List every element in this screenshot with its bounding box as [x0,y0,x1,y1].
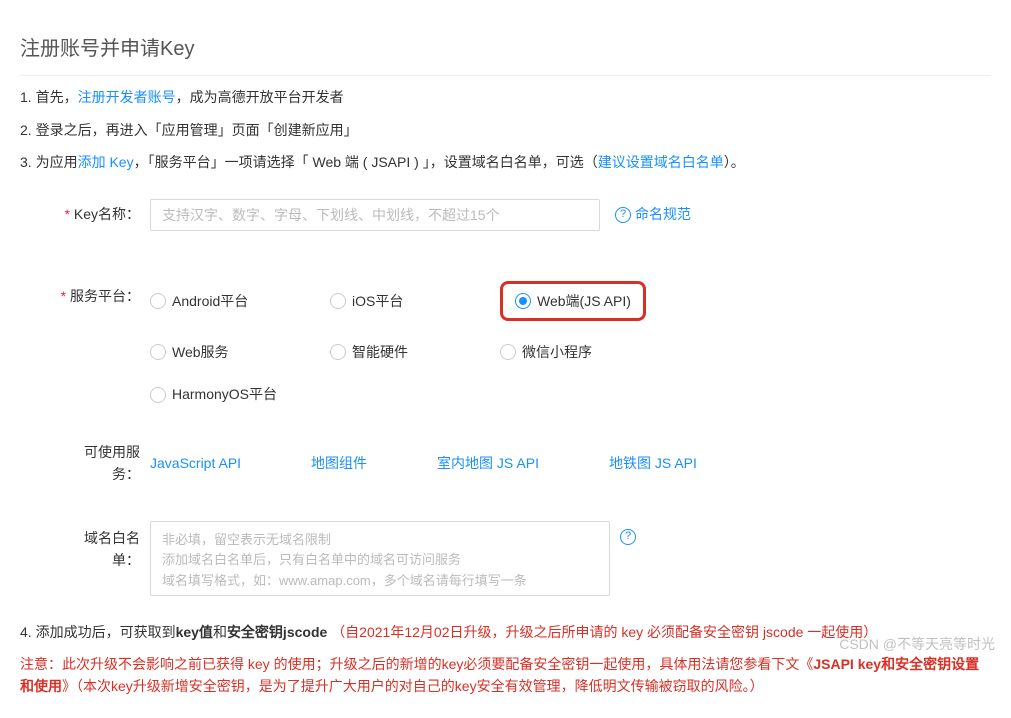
key-name-input[interactable]: 支持汉字、数字、字母、下划线、中划线，不超过15个 [150,199,600,231]
steps-list: 首先，注册开发者账号，成为高德开放平台开发者 登录之后，再进入「应用管理」页面「… [20,86,991,173]
platform-label: 服务平台： [60,281,150,307]
add-key-link[interactable]: 添加 Key [78,154,134,170]
service-js-api[interactable]: JavaScript API [150,452,241,474]
register-dev-link[interactable]: 注册开发者账号 [78,89,176,105]
service-subway[interactable]: 地铁图 JS API [609,452,697,474]
whitelist-textarea[interactable]: 非必填，留空表示无域名限制 添加域名白名单后，只有白名单中的域名可访问服务 域名… [150,521,610,596]
platform-row: 服务平台： Android平台 iOS平台 Web端(JS API) Web服务… [60,281,991,406]
help-icon: ? [615,207,631,223]
services-label: 可使用服务： [60,441,150,486]
whitelist-help-icon[interactable]: ? [620,529,636,545]
whitelist-label: 域名白名单： [60,521,150,572]
page-title: 注册账号并申请Key [20,33,991,76]
whitelist-row: 域名白名单： 非必填，留空表示无域名限制 添加域名白名单后，只有白名单中的域名可… [60,521,991,596]
radio-ios[interactable]: iOS平台 [330,281,500,321]
step-3: 为应用添加 Key，「服务平台」一项请选择「 Web 端 ( JSAPI ) 」… [20,151,991,173]
step-2: 登录之后，再进入「应用管理」页面「创建新应用」 [20,119,991,141]
radio-web-jsapi[interactable]: Web端(JS API) [500,281,646,321]
service-indoor[interactable]: 室内地图 JS API [437,452,539,474]
radio-smart-hw[interactable]: 智能硬件 [330,341,500,363]
step-1: 首先，注册开发者账号，成为高德开放平台开发者 [20,86,991,108]
services-row: 可使用服务： JavaScript API 地图组件 室内地图 JS API 地… [60,441,991,486]
watermark: CSDN @不等天亮等时光 [839,633,995,655]
naming-help-link[interactable]: ? 命名规范 [615,203,691,225]
service-map-comp[interactable]: 地图组件 [311,452,367,474]
radio-wechat[interactable]: 微信小程序 [500,341,680,363]
radio-android[interactable]: Android平台 [150,281,330,321]
radio-web-service[interactable]: Web服务 [150,341,330,363]
radio-harmony[interactable]: HarmonyOS平台 [150,383,330,405]
key-name-label: Key名称： [60,203,150,225]
key-name-row: Key名称： 支持汉字、数字、字母、下划线、中划线，不超过15个 ? 命名规范 [60,199,991,231]
note-text: 注意：此次升级不会影响之前已获得 key 的使用；升级之后的新增的key必须要配… [20,653,991,698]
whitelist-suggest-link[interactable]: 建议设置域名白名单 [598,154,724,170]
form-area: Key名称： 支持汉字、数字、字母、下划线、中划线，不超过15个 ? 命名规范 … [60,199,991,596]
